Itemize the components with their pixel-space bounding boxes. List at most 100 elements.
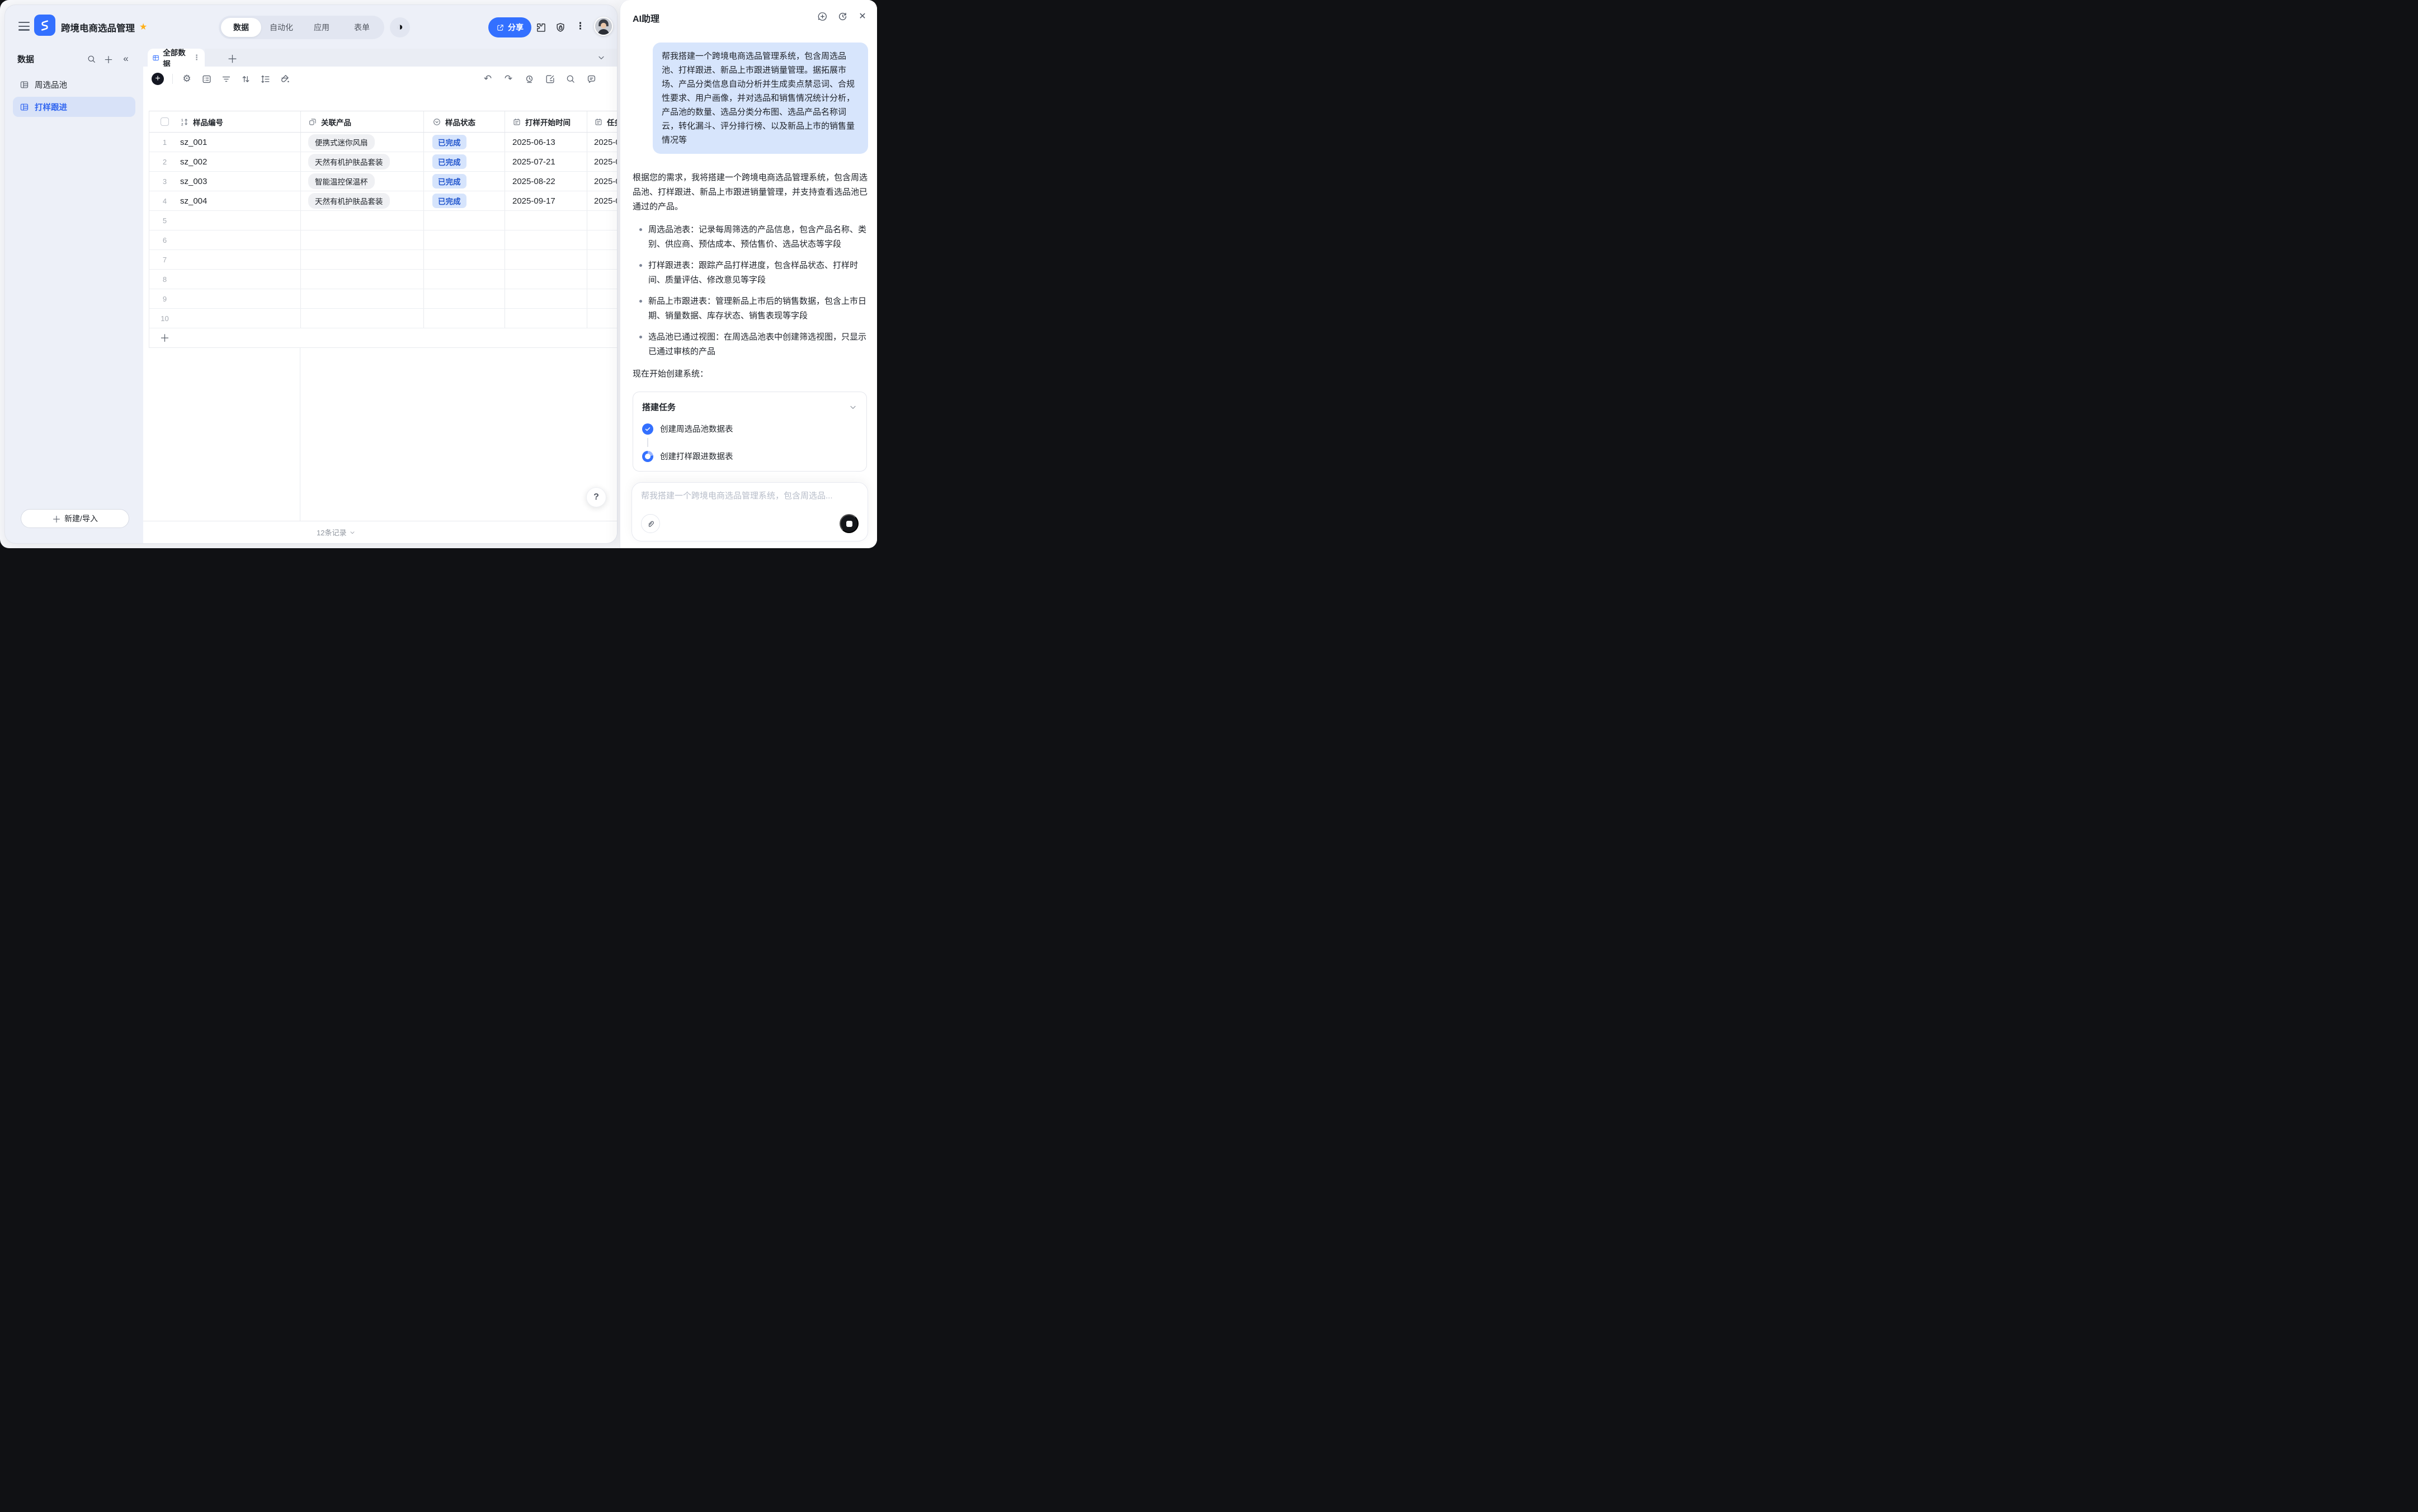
- table-row[interactable]: 1 sz_001 便携式迷你风扇 已完成 2025-06-13 2025-06: [149, 133, 617, 152]
- cell-status[interactable]: 已完成: [423, 191, 505, 210]
- avatar-photo: [595, 18, 612, 35]
- tab-data[interactable]: 数据: [221, 18, 261, 37]
- close-icon[interactable]: ✕: [857, 11, 868, 22]
- cell-status[interactable]: 已完成: [423, 172, 505, 191]
- avatar[interactable]: [594, 17, 613, 36]
- sidebar-item-sample-followup[interactable]: 打样跟进: [13, 97, 135, 117]
- help-button[interactable]: ?: [586, 487, 606, 507]
- bullet-item: 周选品池表：记录每周筛选的产品信息，包含产品名称、类别、供应商、预估成本、预估售…: [633, 223, 868, 252]
- hamburger-menu-icon[interactable]: [18, 22, 30, 31]
- extensions-puzzle-icon[interactable]: [535, 22, 546, 33]
- sidebar-search-icon[interactable]: [86, 54, 96, 64]
- select-all-checkbox[interactable]: [161, 117, 169, 126]
- column-header-task[interactable]: 任务: [587, 111, 617, 132]
- task-connector-line: [647, 438, 648, 447]
- theme-contrast-icon[interactable]: ◑: [390, 17, 410, 37]
- view-tab-all-data[interactable]: 全部数据 ⋮: [148, 49, 205, 67]
- table-row-empty[interactable]: 7: [149, 250, 617, 270]
- column-header-product[interactable]: 关联产品: [300, 111, 423, 132]
- table-footer: 12条记录: [143, 521, 617, 543]
- cell-task-date[interactable]: 2025-09: [587, 191, 617, 210]
- tab-automation[interactable]: 自动化: [261, 18, 301, 37]
- form-edit-icon[interactable]: [544, 73, 555, 84]
- add-view-icon[interactable]: ＋: [227, 51, 238, 66]
- plus-icon: ＋: [52, 512, 61, 525]
- table-sheet: + ⚙: [143, 67, 617, 543]
- cell-sample-id[interactable]: sz_003: [180, 172, 300, 191]
- cell-start-date[interactable]: 2025-09-17: [505, 191, 587, 210]
- cell-start-date[interactable]: 2025-06-13: [505, 133, 587, 152]
- sort-icon[interactable]: [240, 73, 251, 84]
- new-import-button[interactable]: ＋ 新建/导入: [21, 509, 129, 528]
- paint-fill-icon[interactable]: [279, 73, 290, 84]
- comment-icon[interactable]: [586, 73, 597, 84]
- app-logo[interactable]: [34, 15, 55, 36]
- cell-status[interactable]: 已完成: [423, 133, 505, 152]
- record-count-label: 12条记录: [317, 527, 346, 538]
- sidebar-title: 数据: [17, 53, 79, 65]
- column-header-status[interactable]: 样品状态: [423, 111, 505, 132]
- cell-sample-id[interactable]: sz_002: [180, 152, 300, 171]
- cell-product[interactable]: 天然有机护肤品套装: [300, 152, 423, 171]
- table-row-empty[interactable]: 8: [149, 270, 617, 289]
- status-badge: 已完成: [432, 174, 466, 189]
- ai-response-intro: 根据您的需求，我将搭建一个跨境电商选品管理系统，包含周选品池、打样跟进、新品上市…: [633, 171, 868, 214]
- ai-chat-scroll[interactable]: 帮我搭建一个跨境电商选品管理系统，包含周选品池、打样跟进、新品上市跟进销量管理。…: [620, 34, 877, 548]
- history-icon[interactable]: [837, 11, 848, 22]
- ai-message-input[interactable]: [641, 491, 859, 501]
- stop-generating-button[interactable]: [840, 514, 859, 533]
- table-row-empty[interactable]: 5: [149, 211, 617, 230]
- tab-forms[interactable]: 表单: [342, 18, 382, 37]
- cell-status[interactable]: 已完成: [423, 152, 505, 171]
- cell-product[interactable]: 智能温控保温杯: [300, 172, 423, 191]
- security-shield-lock-icon[interactable]: [555, 22, 566, 33]
- row-height-icon[interactable]: [260, 73, 271, 84]
- table-row-empty[interactable]: 9: [149, 289, 617, 309]
- chevron-down-icon[interactable]: [597, 53, 606, 62]
- table-row[interactable]: 4 sz_004 天然有机护肤品套装 已完成 2025-09-17 2025-0…: [149, 191, 617, 211]
- cell-task-date[interactable]: 2025-06: [587, 133, 617, 152]
- attach-button[interactable]: [641, 514, 660, 533]
- new-chat-icon[interactable]: [817, 11, 828, 22]
- cell-start-date[interactable]: 2025-07-21: [505, 152, 587, 171]
- app-title: 跨境电商选品管理: [61, 21, 135, 34]
- cell-task-date[interactable]: 2025-08: [587, 172, 617, 191]
- cell-product[interactable]: 天然有机护肤品套装: [300, 191, 423, 210]
- add-row[interactable]: ＋: [149, 328, 617, 348]
- tab-apps[interactable]: 应用: [301, 18, 342, 37]
- cell-sample-id[interactable]: sz_004: [180, 191, 300, 210]
- table-row[interactable]: 3 sz_003 智能温控保温杯 已完成 2025-08-22 2025-08: [149, 172, 617, 191]
- search-icon[interactable]: [565, 73, 576, 84]
- table-row[interactable]: 2 sz_002 天然有机护肤品套装 已完成 2025-07-21 2025-0…: [149, 152, 617, 172]
- ai-response-outro: 现在开始创建系统：: [633, 367, 868, 381]
- sidebar-item-weekly-pool[interactable]: 周选品池: [13, 74, 135, 95]
- table-row-empty[interactable]: 6: [149, 230, 617, 250]
- field-config-icon[interactable]: [201, 73, 212, 84]
- record-count[interactable]: 12条记录: [317, 527, 356, 538]
- table-row-empty[interactable]: 10: [149, 309, 617, 328]
- cell-sample-id[interactable]: sz_001: [180, 133, 300, 152]
- redo-icon[interactable]: ↷: [503, 73, 514, 84]
- more-menu-icon[interactable]: ⋮: [576, 21, 585, 32]
- bullet-item: 选品池已通过视图：在周选品池表中创建筛选视图，只显示已通过审核的产品: [633, 330, 868, 359]
- column-header-sample-id[interactable]: 12 样品编号: [180, 111, 300, 132]
- row-number: 10: [149, 309, 180, 328]
- row-number: 7: [149, 250, 180, 269]
- sidebar-collapse-icon[interactable]: «: [121, 54, 131, 64]
- share-button[interactable]: 分享: [488, 17, 531, 37]
- settings-gear-icon[interactable]: ⚙: [181, 73, 192, 84]
- cell-product[interactable]: 便携式迷你风扇: [300, 133, 423, 152]
- add-record-button[interactable]: +: [152, 73, 164, 85]
- user-message-bubble: 帮我搭建一个跨境电商选品管理系统，包含周选品池、打样跟进、新品上市跟进销量管理。…: [653, 43, 868, 154]
- task-card-header[interactable]: 搭建任务: [642, 401, 857, 413]
- column-header-start-date[interactable]: 打样开始时间: [505, 111, 587, 132]
- cell-task-date[interactable]: 2025-07: [587, 152, 617, 171]
- status-badge: 已完成: [432, 194, 466, 208]
- favorite-star-icon[interactable]: ★: [139, 23, 147, 32]
- cell-start-date[interactable]: 2025-08-22: [505, 172, 587, 191]
- undo-icon[interactable]: ↶: [482, 73, 493, 84]
- sidebar-add-icon[interactable]: ＋: [103, 54, 114, 64]
- history-alarm-icon[interactable]: [524, 73, 535, 84]
- filter-icon[interactable]: [220, 73, 232, 84]
- view-tab-menu-icon[interactable]: ⋮: [193, 53, 200, 62]
